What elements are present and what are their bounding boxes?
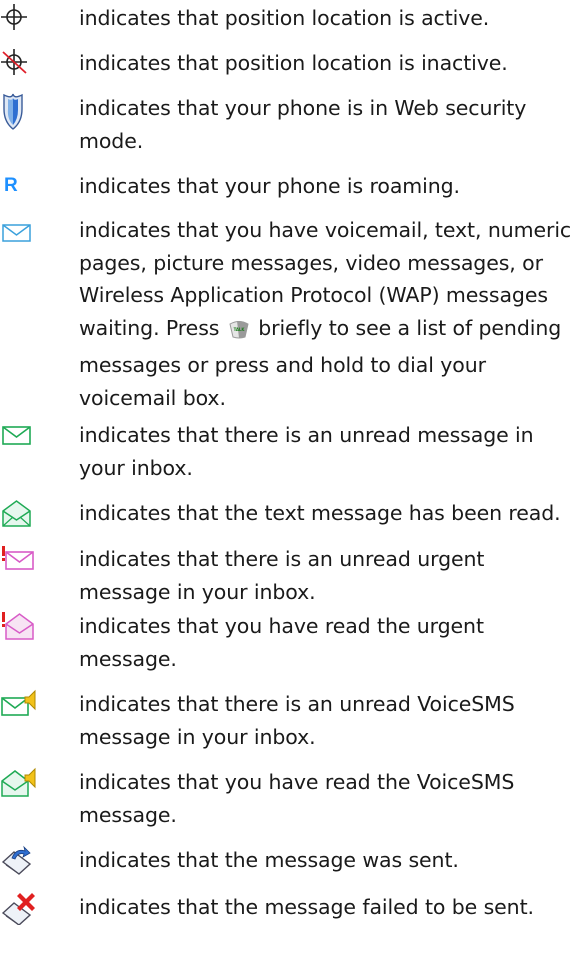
indicator-description: indicates that you have read the VoiceSM… [79,770,515,827]
unread-urgent-message-icon [0,543,44,577]
voicemail-envelope-icon [0,214,44,248]
read-voicesms-icon [0,766,44,800]
message-failed-icon [0,891,44,925]
indicator-description: indicates that position location is inac… [79,51,508,75]
indicator-description: indicates that your phone is roaming. [79,174,460,198]
read-urgent-message-icon [0,610,44,644]
unread-voicesms-icon [0,688,44,722]
indicator-description: indicates that there is an unread messag… [79,423,534,480]
indicator-description: indicates that position location is acti… [79,6,490,30]
indicator-description: indicates that you have read the urgent … [79,614,484,671]
indicator-description: indicates that there is an unread VoiceS… [79,692,515,749]
indicator-description: indicates that you have voicemail, text,… [79,214,573,414]
read-message-icon [0,497,44,531]
indicator-description: indicates that the message failed to be … [79,895,534,919]
position-inactive-icon [0,47,44,81]
message-sent-icon [0,844,44,878]
talk-key-icon: TALK [228,317,250,350]
indicator-description: indicates that your phone is in Web secu… [79,96,527,153]
indicator-description: indicates that the message was sent. [79,848,459,872]
unread-message-icon [0,419,44,453]
indicator-description: indicates that there is an unread urgent… [79,547,485,604]
talk-key-label: TALK [233,327,245,332]
position-active-icon [0,2,44,36]
indicator-description: indicates that the text message has been… [79,501,561,525]
web-security-shield-icon [0,92,44,130]
roaming-icon: R [4,175,18,196]
